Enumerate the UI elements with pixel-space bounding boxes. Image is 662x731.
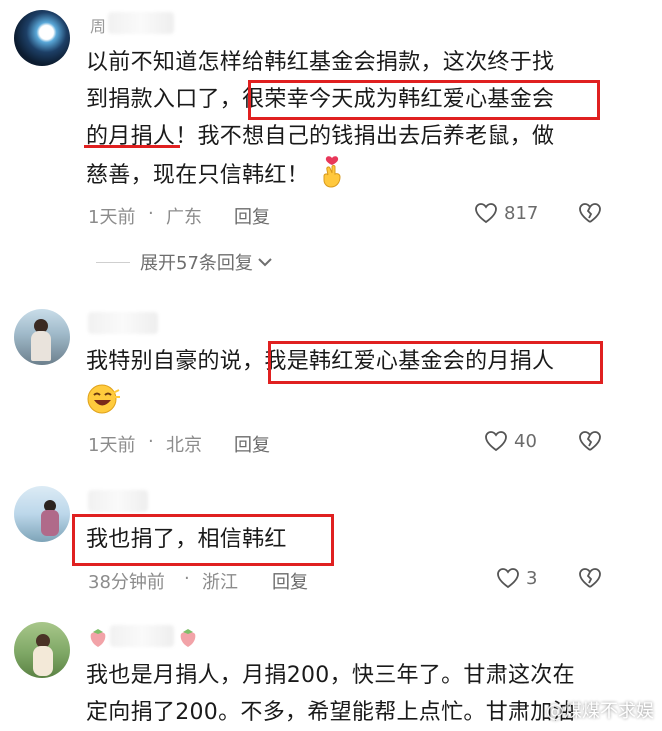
reply-button[interactable]: 回复 (234, 431, 270, 457)
comment-time: 1天前 (88, 207, 136, 228)
comment-time: 38分钟前 (88, 572, 165, 593)
heart-icon (475, 203, 497, 224)
comment-location: 北京 (166, 435, 202, 456)
comment-text-line: 我也是月捐人，月捐200，快三年了。甘肃这次在 (86, 663, 575, 688)
avatar[interactable] (14, 486, 70, 542)
username-blur (110, 625, 174, 647)
comment-text-line: 我特别自豪的说，我是韩红爱心基金会的月捐人 (86, 349, 555, 374)
avatar[interactable] (14, 10, 70, 66)
meta-dot: · (148, 203, 154, 224)
finger-heart-icon (320, 156, 346, 200)
username[interactable]: 周 (90, 13, 106, 37)
strawberry-icon (88, 626, 108, 652)
grinning-face-emoji-icon (86, 383, 120, 427)
comment-text-line: 我也捐了，相信韩红 (86, 527, 287, 552)
heart-icon (485, 431, 507, 452)
dislike-button[interactable] (578, 567, 602, 593)
reply-button[interactable]: 回复 (272, 568, 308, 594)
avatar[interactable] (14, 622, 70, 678)
comment-text-line: 慈善，现在只信韩红！ (86, 156, 346, 200)
comment-time: 1天前 (88, 435, 136, 456)
like-count: 40 (514, 430, 537, 452)
comment-text-line: 的月捐人！我不想自己的钱捐出去后养老鼠，做 (86, 124, 555, 149)
comment-text-line: 以前不知道怎样给韩红基金会捐款，这次终于找 (86, 50, 555, 75)
comment-location: 广东 (166, 207, 202, 228)
comment-text-line: 到捐款入口了，很荣幸今天成为韩红爱心基金会 (86, 87, 555, 112)
comment-text: 慈善，现在只信韩红！ (86, 163, 310, 188)
strawberry-icon (178, 626, 198, 652)
like-button[interactable]: 40 (484, 430, 537, 452)
broken-heart-icon (579, 568, 601, 588)
like-button[interactable]: 3 (496, 567, 537, 589)
emoji-line (86, 383, 120, 427)
meta-dot: · (148, 431, 154, 452)
expand-replies-label: 展开57条回复 (140, 253, 253, 274)
watermark: @煤煤不求娱 (546, 701, 654, 722)
broken-heart-icon (579, 203, 601, 223)
username-blur (88, 490, 148, 512)
like-button[interactable]: 817 (474, 202, 538, 224)
dislike-button[interactable] (578, 202, 602, 228)
comment-text-line: 定向捐了200。不多，希望能帮上点忙。甘肃加油 (86, 700, 575, 725)
expand-replies-button[interactable]: 展开57条回复 (96, 249, 273, 275)
divider (96, 261, 130, 263)
like-count: 3 (526, 567, 538, 589)
username-blur (108, 12, 174, 34)
username-blur (88, 312, 158, 334)
dislike-button[interactable] (578, 430, 602, 456)
reply-button[interactable]: 回复 (234, 203, 270, 229)
broken-heart-icon (579, 431, 601, 451)
comment-location: 浙江 (202, 572, 238, 593)
meta-dot: · (184, 568, 190, 589)
avatar[interactable] (14, 309, 70, 365)
heart-icon (497, 568, 519, 589)
chevron-down-icon (258, 258, 272, 267)
like-count: 817 (504, 202, 539, 224)
